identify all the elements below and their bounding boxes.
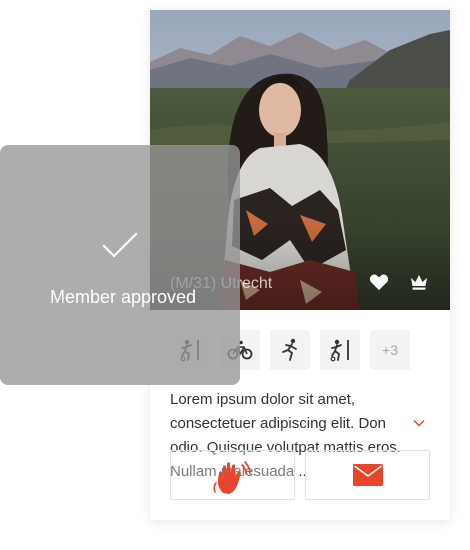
message-button[interactable] (305, 450, 430, 500)
sport-item[interactable] (320, 330, 360, 370)
chevron-down-icon[interactable] (412, 416, 426, 430)
member-approved-toast: Member approved (0, 145, 240, 385)
stage: (M/31) Utrecht (0, 0, 470, 550)
running-icon (282, 338, 297, 361)
sport-item[interactable] (270, 330, 310, 370)
soccer-icon (330, 339, 349, 362)
toast-message: Member approved (49, 287, 197, 307)
envelope-icon (353, 464, 383, 486)
wave-button[interactable] (170, 450, 295, 500)
wave-hand-icon (213, 461, 251, 494)
checkmark-icon (102, 232, 138, 258)
sports-more-button[interactable]: +3 (370, 330, 410, 370)
heart-icon[interactable] (368, 271, 390, 293)
crown-icon[interactable] (408, 271, 430, 293)
